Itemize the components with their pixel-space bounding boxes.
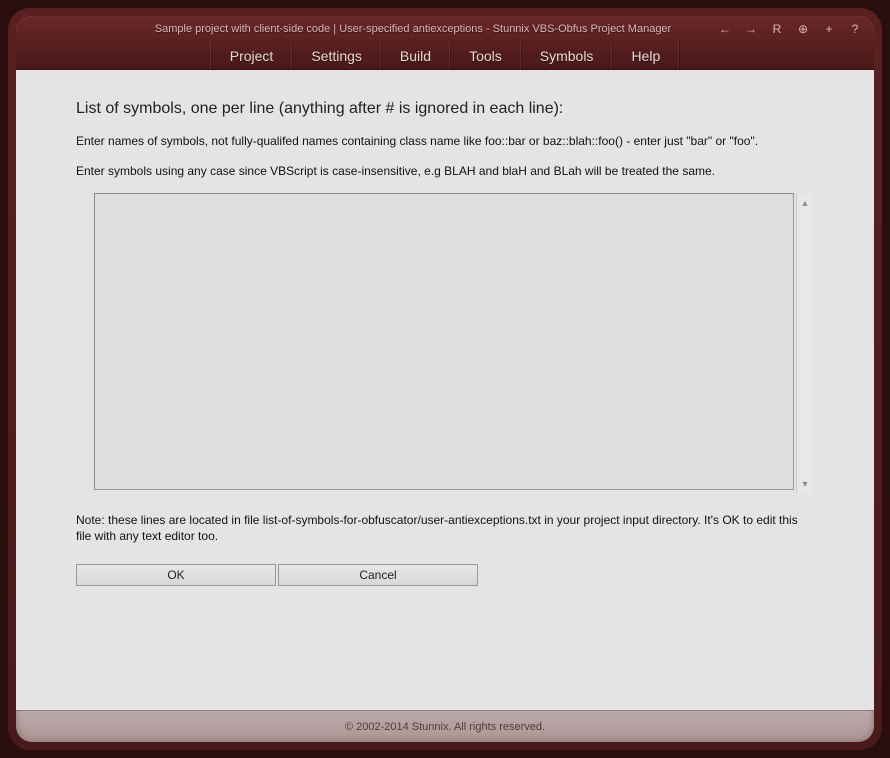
titlebar: Sample project with client-side code | U… xyxy=(16,16,874,42)
page-heading: List of symbols, one per line (anything … xyxy=(76,100,814,118)
description-2: Enter symbols using any case since VBScr… xyxy=(76,164,814,180)
symbols-input[interactable] xyxy=(94,193,794,490)
ok-button[interactable]: OK xyxy=(76,564,276,586)
menubar: Project Settings Build Tools Symbols Hel… xyxy=(16,42,874,70)
reload-icon[interactable]: R xyxy=(770,22,784,36)
window-title: Sample project with client-side code | U… xyxy=(108,23,718,35)
scrollbar[interactable]: ▴ ▾ xyxy=(796,194,813,494)
zoom-icon[interactable]: ⊕ xyxy=(796,22,810,36)
titlebar-icons: ← → R ⊕ + ? xyxy=(718,22,862,36)
footer: © 2002-2014 Stunnix. All rights reserved… xyxy=(16,710,874,742)
app-window: Sample project with client-side code | U… xyxy=(16,16,874,742)
description-1: Enter names of symbols, not fully-qualif… xyxy=(76,134,814,150)
textarea-wrapper: ▴ ▾ xyxy=(94,193,814,495)
menu-tools[interactable]: Tools xyxy=(450,42,521,69)
plus-icon[interactable]: + xyxy=(822,22,836,36)
back-icon[interactable]: ← xyxy=(718,22,732,36)
menu-help[interactable]: Help xyxy=(612,42,679,69)
help-icon[interactable]: ? xyxy=(848,22,862,36)
menu-settings[interactable]: Settings xyxy=(292,42,381,69)
menu-project[interactable]: Project xyxy=(211,42,293,69)
scroll-up-icon[interactable]: ▴ xyxy=(802,198,807,209)
footer-text: © 2002-2014 Stunnix. All rights reserved… xyxy=(345,721,545,733)
content-area: List of symbols, one per line (anything … xyxy=(16,70,874,710)
menu-build[interactable]: Build xyxy=(381,42,450,69)
menu-symbols[interactable]: Symbols xyxy=(521,42,613,69)
button-row: OK Cancel xyxy=(76,564,814,586)
scroll-down-icon[interactable]: ▾ xyxy=(802,479,807,490)
forward-icon[interactable]: → xyxy=(744,22,758,36)
note-text: Note: these lines are located in file li… xyxy=(76,513,814,544)
cancel-button[interactable]: Cancel xyxy=(278,564,478,586)
